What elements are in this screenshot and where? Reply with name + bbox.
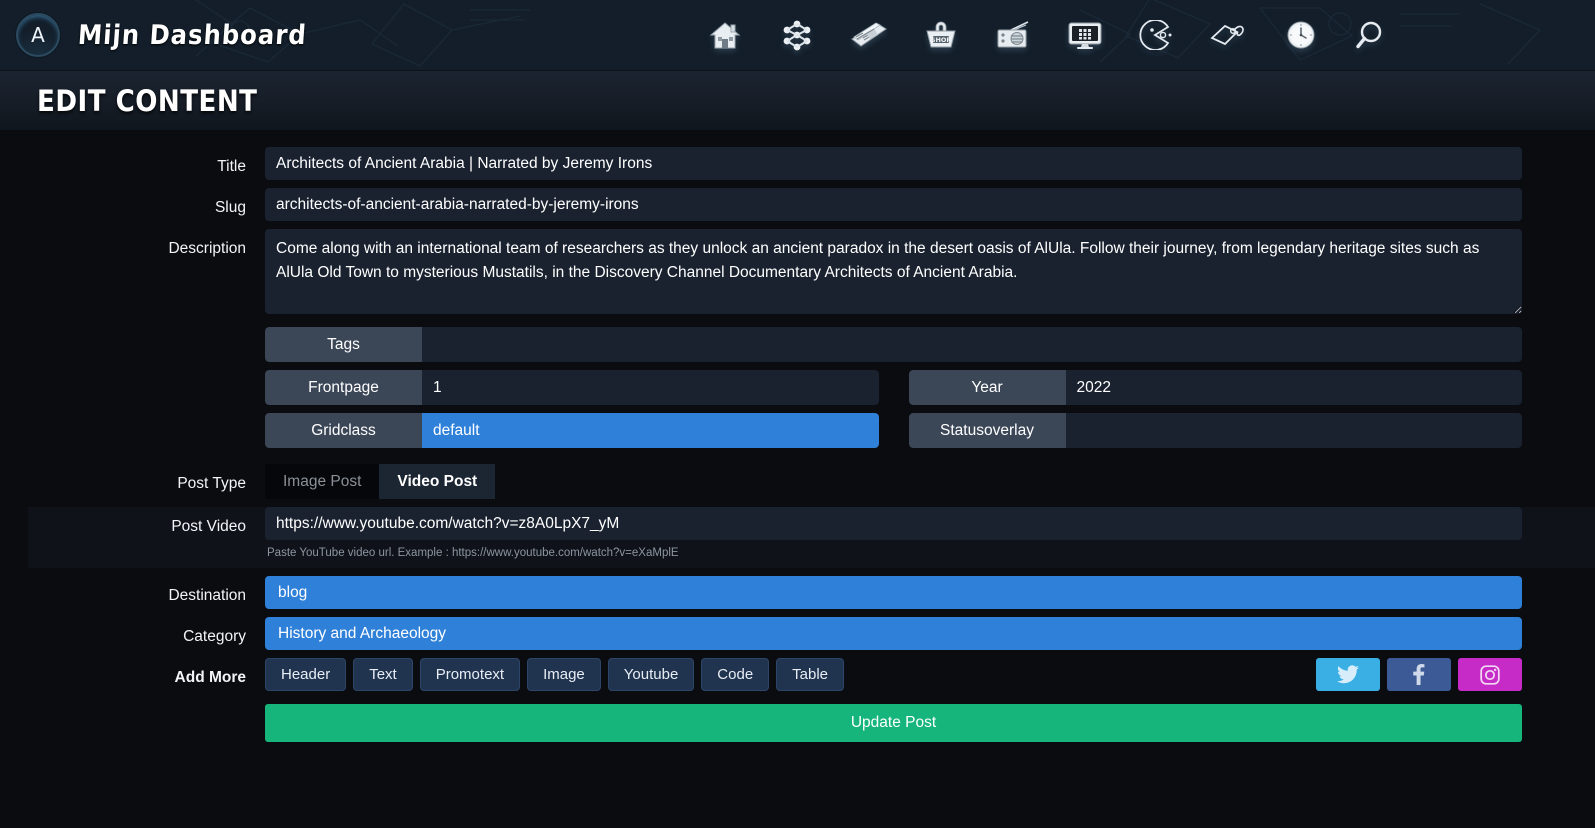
post-video-input[interactable] xyxy=(265,507,1522,540)
nav-item-tags[interactable] xyxy=(1207,13,1251,57)
label-tags: Tags xyxy=(265,327,422,362)
form-row-tags: Tags Frontpage Gridclass xyxy=(0,327,1595,456)
nav-item-home[interactable] xyxy=(703,13,747,57)
facebook-share-button[interactable] xyxy=(1387,658,1451,691)
label-year: Year xyxy=(908,370,1066,405)
label-gridclass: Gridclass xyxy=(265,413,422,448)
app-root: A Mijn Dashboard SHOP EDIT CONTENT Title… xyxy=(0,0,1595,828)
title-input[interactable] xyxy=(265,147,1522,180)
newspaper-icon xyxy=(850,20,888,50)
post-video-helper-text: Paste YouTube video url. Example : https… xyxy=(267,547,679,559)
label-slug: Slug xyxy=(214,199,246,216)
frontpage-input[interactable] xyxy=(422,370,879,405)
add-header-button[interactable]: Header xyxy=(265,658,347,691)
gridclass-group: Gridclass xyxy=(265,413,879,448)
form-row-post-type: Post Type Image Post Video Post xyxy=(0,464,1595,499)
update-post-button[interactable]: Update Post xyxy=(265,704,1522,742)
brand[interactable]: A Mijn Dashboard xyxy=(0,13,308,57)
label-description: Description xyxy=(168,240,246,257)
add-youtube-button[interactable]: Youtube xyxy=(607,658,695,691)
nav-item-radio[interactable] xyxy=(991,13,1035,57)
label-destination: Destination xyxy=(168,587,246,604)
nav-item-news[interactable] xyxy=(847,13,891,57)
add-code-button[interactable]: Code xyxy=(701,658,770,691)
network-icon xyxy=(781,19,813,51)
pacman-icon xyxy=(1139,20,1175,50)
social-share-group xyxy=(1316,658,1522,691)
twitter-icon xyxy=(1337,665,1359,684)
instagram-share-button[interactable] xyxy=(1458,658,1522,691)
year-group: Year xyxy=(908,370,1522,405)
nav-item-time[interactable] xyxy=(1279,13,1323,57)
statusoverlay-input[interactable] xyxy=(1065,413,1522,448)
add-image-button[interactable]: Image xyxy=(527,658,601,691)
label-statusoverlay: Statusoverlay xyxy=(908,413,1066,448)
form-row-category: Category History and Archaeology xyxy=(0,617,1595,650)
instagram-icon xyxy=(1480,664,1500,685)
monitor-icon xyxy=(1067,20,1103,50)
twitter-share-button[interactable] xyxy=(1316,658,1380,691)
gridclass-input[interactable] xyxy=(422,413,879,448)
label-add-more: Add More xyxy=(174,669,246,686)
clock-icon xyxy=(1285,19,1317,51)
slug-input[interactable] xyxy=(265,188,1522,221)
post-type-tabs: Image Post Video Post xyxy=(265,464,1522,499)
search-icon xyxy=(1356,19,1390,51)
form-row-post-video: Post Video Paste YouTube video url. Exam… xyxy=(28,507,1595,568)
form-row-destination: Destination blog xyxy=(0,576,1595,609)
facebook-icon xyxy=(1413,664,1425,685)
form-row-add-more: Add More Header Text Promotext Image You… xyxy=(0,658,1595,742)
home-icon xyxy=(709,20,741,50)
nav-icon-list: SHOP xyxy=(703,13,1395,57)
price-tag-icon xyxy=(1209,20,1249,50)
brand-initial: A xyxy=(31,23,45,47)
shop-basket-icon: SHOP xyxy=(924,19,958,51)
add-promotext-button[interactable]: Promotext xyxy=(419,658,521,691)
add-text-button[interactable]: Text xyxy=(353,658,413,691)
edit-content-form: Title Slug Description Tags xyxy=(0,131,1595,742)
nav-item-shop[interactable]: SHOP xyxy=(919,13,963,57)
svg-text:SHOP: SHOP xyxy=(931,36,952,44)
tags-group: Tags xyxy=(265,327,1522,362)
brand-title: Mijn Dashboard xyxy=(76,19,308,51)
description-textarea[interactable] xyxy=(265,229,1522,314)
top-navigation-bar: A Mijn Dashboard SHOP xyxy=(0,0,1595,71)
destination-select[interactable]: blog xyxy=(265,576,1522,609)
label-post-video: Post Video xyxy=(171,518,246,535)
add-table-button[interactable]: Table xyxy=(776,658,845,691)
category-select[interactable]: History and Archaeology xyxy=(265,617,1522,650)
add-more-button-group: Header Text Promotext Image Youtube Code… xyxy=(265,658,845,691)
tab-image-post[interactable]: Image Post xyxy=(265,464,380,499)
label-title: Title xyxy=(217,158,246,175)
label-post-type: Post Type xyxy=(177,475,246,492)
nav-item-screen[interactable] xyxy=(1063,13,1107,57)
form-row-description: Description xyxy=(0,229,1595,319)
form-row-title: Title xyxy=(0,147,1595,180)
label-category: Category xyxy=(183,628,246,645)
page-title: EDIT CONTENT xyxy=(37,83,258,118)
tags-input[interactable] xyxy=(422,327,1522,362)
nav-item-games[interactable] xyxy=(1135,13,1179,57)
year-input[interactable] xyxy=(1065,370,1522,405)
label-frontpage: Frontpage xyxy=(265,370,422,405)
frontpage-group: Frontpage xyxy=(265,370,879,405)
page-title-bar: EDIT CONTENT xyxy=(0,71,1595,131)
nav-item-network[interactable] xyxy=(775,13,819,57)
nav-item-search[interactable] xyxy=(1351,13,1395,57)
brand-logo-icon: A xyxy=(16,13,60,57)
form-row-slug: Slug xyxy=(0,188,1595,221)
tab-video-post[interactable]: Video Post xyxy=(379,464,496,499)
radio-icon xyxy=(995,20,1031,50)
statusoverlay-group: Statusoverlay xyxy=(908,413,1522,448)
